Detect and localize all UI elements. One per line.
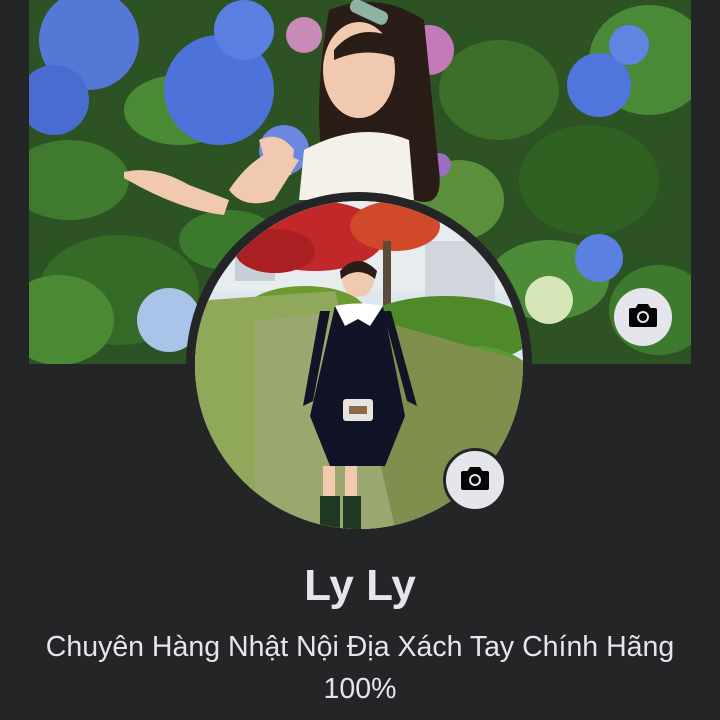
profile-header: Ly Ly Chuyên Hàng Nhật Nội Địa Xách Tay …	[0, 0, 720, 720]
camera-icon	[460, 465, 490, 496]
avatar-camera-button[interactable]	[443, 448, 507, 512]
cover-photo-camera-button[interactable]	[614, 288, 672, 346]
profile-bio: Chuyên Hàng Nhật Nội Địa Xách Tay Chính …	[45, 631, 675, 705]
camera-icon	[628, 302, 658, 333]
profile-name: Ly Ly	[304, 561, 416, 610]
